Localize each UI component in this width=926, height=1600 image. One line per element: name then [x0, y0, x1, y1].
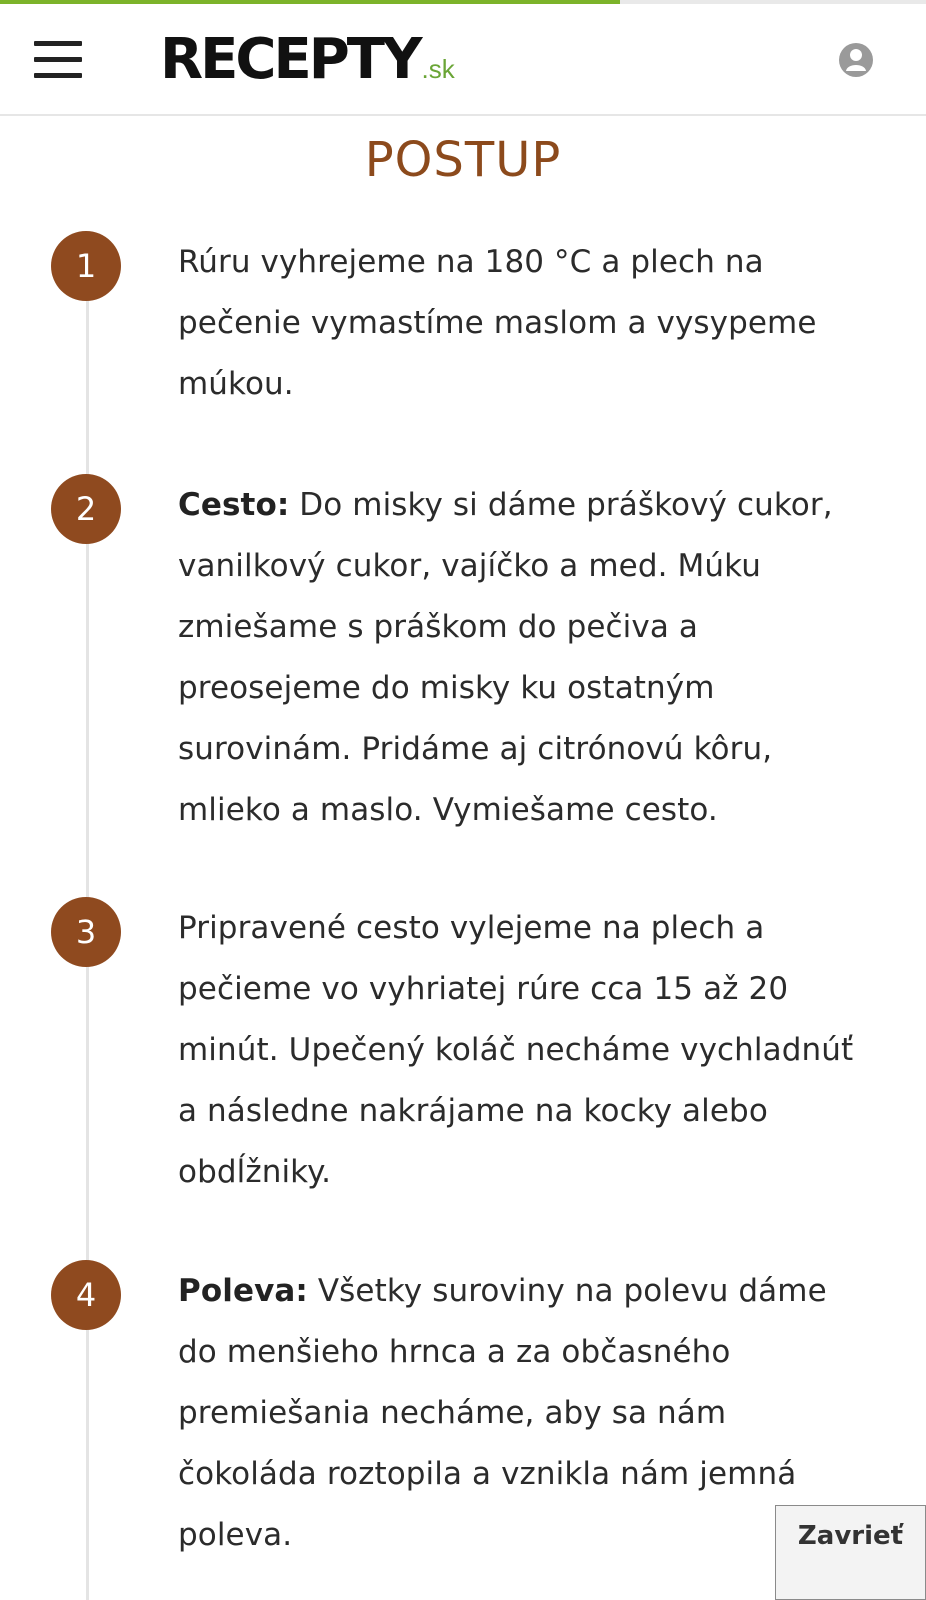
- close-button[interactable]: Zavrieť: [775, 1505, 926, 1600]
- step-number-badge: 1: [51, 231, 121, 301]
- site-logo[interactable]: RECEPTY .sk: [160, 30, 455, 90]
- step-text: Pripravené cesto vylejeme na plech a peč…: [178, 898, 858, 1203]
- step-description: Rúru vyhrejeme na 180 °C a plech na peče…: [178, 244, 817, 402]
- step-description: Všetky suroviny na polevu dáme do menšie…: [178, 1273, 827, 1553]
- step-text: Cesto: Do misky si dáme práškový cukor, …: [178, 475, 858, 841]
- site-header: RECEPTY .sk: [0, 4, 926, 116]
- step-number-badge: 3: [51, 897, 121, 967]
- logo-domain: .sk: [421, 54, 455, 84]
- step-number-badge: 4: [51, 1260, 121, 1330]
- step-description: Pripravené cesto vylejeme na plech a peč…: [178, 910, 854, 1190]
- hamburger-menu-icon[interactable]: [34, 41, 82, 81]
- step-text: Rúru vyhrejeme na 180 °C a plech na peče…: [178, 232, 858, 415]
- step-label: Poleva:: [178, 1273, 308, 1309]
- step-description: Do misky si dáme práškový cukor, vanilko…: [178, 487, 833, 828]
- step-number-badge: 2: [51, 474, 121, 544]
- logo-text: RECEPTY: [160, 27, 423, 92]
- step-text: Poleva: Všetky suroviny na polevu dáme d…: [178, 1261, 858, 1566]
- section-title: POSTUP: [364, 132, 562, 188]
- step-label: Cesto:: [178, 487, 290, 523]
- user-account-icon[interactable]: [838, 42, 874, 78]
